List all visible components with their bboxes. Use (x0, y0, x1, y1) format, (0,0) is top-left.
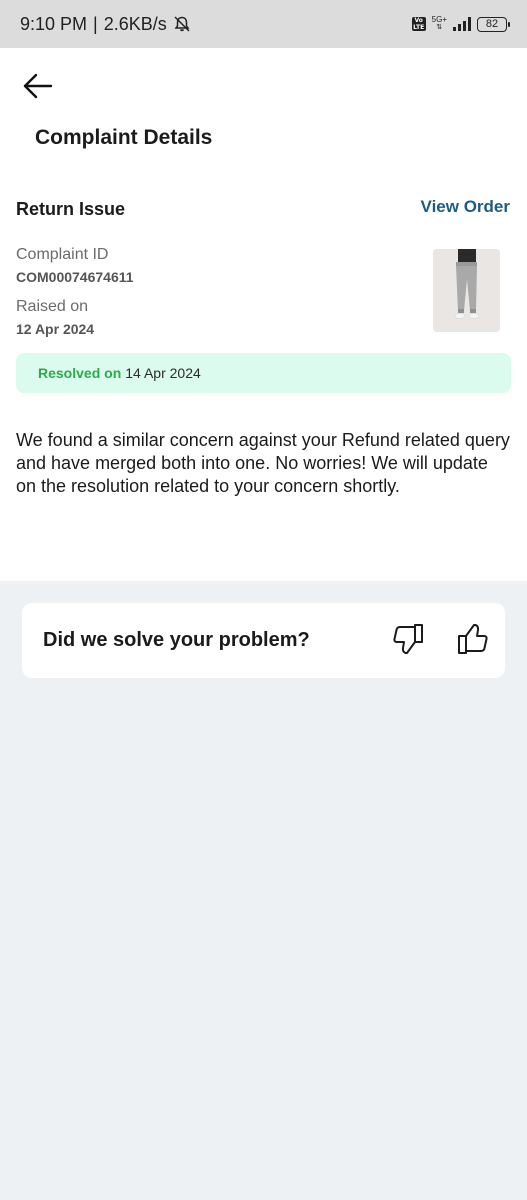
status-time: 9:10 PM (20, 13, 88, 34)
thumbs-down-icon (393, 624, 423, 654)
status-right: Vo LTE 5G+ ⇅ 82 (411, 15, 510, 32)
thumbs-up-button[interactable] (453, 619, 493, 659)
status-separator: | (93, 13, 98, 34)
arrow-left-icon (23, 73, 53, 99)
product-thumbnail[interactable] (433, 249, 500, 332)
raised-on-value: 12 Apr 2024 (16, 321, 95, 337)
resolved-date: 14 Apr 2024 (125, 365, 201, 381)
status-left: 9:10 PM | 2.6KB/s (20, 14, 191, 35)
mute-bell-icon (173, 15, 191, 33)
raised-on-label: Raised on (16, 298, 89, 315)
view-order-link[interactable]: View Order (421, 197, 510, 217)
resolution-message: We found a similar concern against your … (16, 430, 510, 496)
complaint-id-value: COM00074674611 (16, 269, 134, 285)
volte-icon: Vo LTE (411, 17, 426, 31)
feedback-card: Did we solve your problem? (22, 603, 505, 678)
thumbs-up-icon (458, 624, 488, 654)
network-type: 5G+ (431, 15, 447, 24)
feedback-question: Did we solve your problem? (43, 629, 310, 651)
back-button[interactable] (18, 70, 58, 102)
resolved-label: Resolved on (38, 365, 122, 381)
complaint-details-panel: Complaint Details Return Issue View Orde… (0, 48, 527, 581)
status-bar: 9:10 PM | 2.6KB/s Vo LTE 5G+ ⇅ 82 (0, 0, 527, 48)
battery-icon: 82 (477, 16, 510, 32)
issue-title: Return Issue (16, 199, 126, 219)
thumbs-down-button[interactable] (388, 619, 428, 659)
status-speed: 2.6KB/s (103, 13, 167, 34)
signal-icon (453, 17, 471, 31)
page-title: Complaint Details (35, 126, 213, 149)
resolved-banner: Resolved on 14 Apr 2024 (16, 353, 511, 393)
complaint-id-label: Complaint ID (16, 246, 109, 263)
network-indicator: 5G+ ⇅ (431, 15, 447, 32)
